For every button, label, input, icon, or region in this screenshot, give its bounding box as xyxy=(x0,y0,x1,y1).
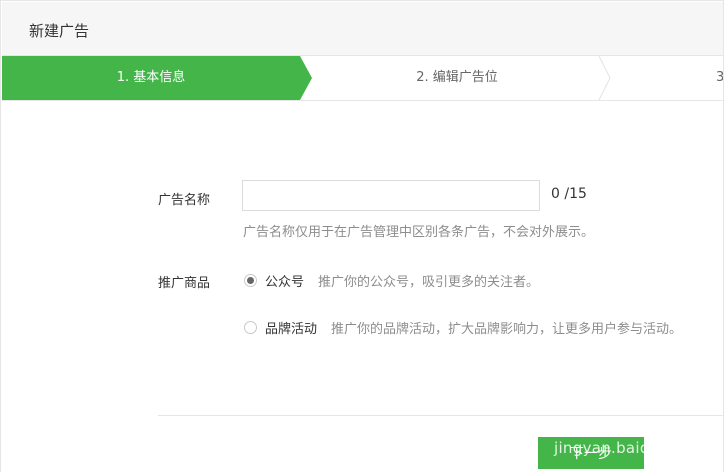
ad-name-hint: 广告名称仅用于在广告管理中区别各条广告，不会对外展示。 xyxy=(243,225,595,240)
create-ad-panel: 新建广告 1. 基本信息 2. 编辑广告位 3 广告名称 0 /15 广告名称仅… xyxy=(0,0,724,472)
option-brand-activity[interactable]: 品牌活动 推广你的品牌活动，扩大品牌影响力，让更多用户参与活动。 xyxy=(244,318,682,337)
option-official-account[interactable]: 公众号 推广你的公众号，吸引更多的关注者。 xyxy=(244,271,539,290)
step-progress-bar: 1. 基本信息 2. 编辑广告位 3 xyxy=(2,56,723,101)
option-brand-activity-desc: 推广你的品牌活动，扩大品牌影响力，让更多用户参与活动。 xyxy=(331,322,683,337)
option-official-account-desc: 推广你的公众号，吸引更多的关注者。 xyxy=(318,275,540,290)
page-title: 新建广告 xyxy=(29,22,90,40)
char-counter: 0 /15 xyxy=(551,186,587,202)
step-3: 3 xyxy=(716,70,724,85)
page-header: 新建广告 xyxy=(2,2,723,56)
radio-official-account[interactable] xyxy=(244,274,257,287)
footer-divider xyxy=(158,415,723,416)
ad-name-label: 广告名称 xyxy=(158,193,211,208)
step-separator-icon xyxy=(598,56,611,100)
step-active-arrow xyxy=(300,56,312,100)
step-edit-ad-slot: 2. 编辑广告位 xyxy=(416,70,498,85)
option-official-account-label[interactable]: 公众号 xyxy=(265,271,304,290)
option-brand-activity-label[interactable]: 品牌活动 xyxy=(265,318,317,337)
ad-name-input[interactable] xyxy=(242,180,540,211)
step-basic-info: 1. 基本信息 xyxy=(2,56,300,100)
promoted-product-label: 推广商品 xyxy=(158,276,211,291)
radio-brand-activity[interactable] xyxy=(244,321,257,334)
watermark: jingyan.baidu xyxy=(554,439,660,457)
